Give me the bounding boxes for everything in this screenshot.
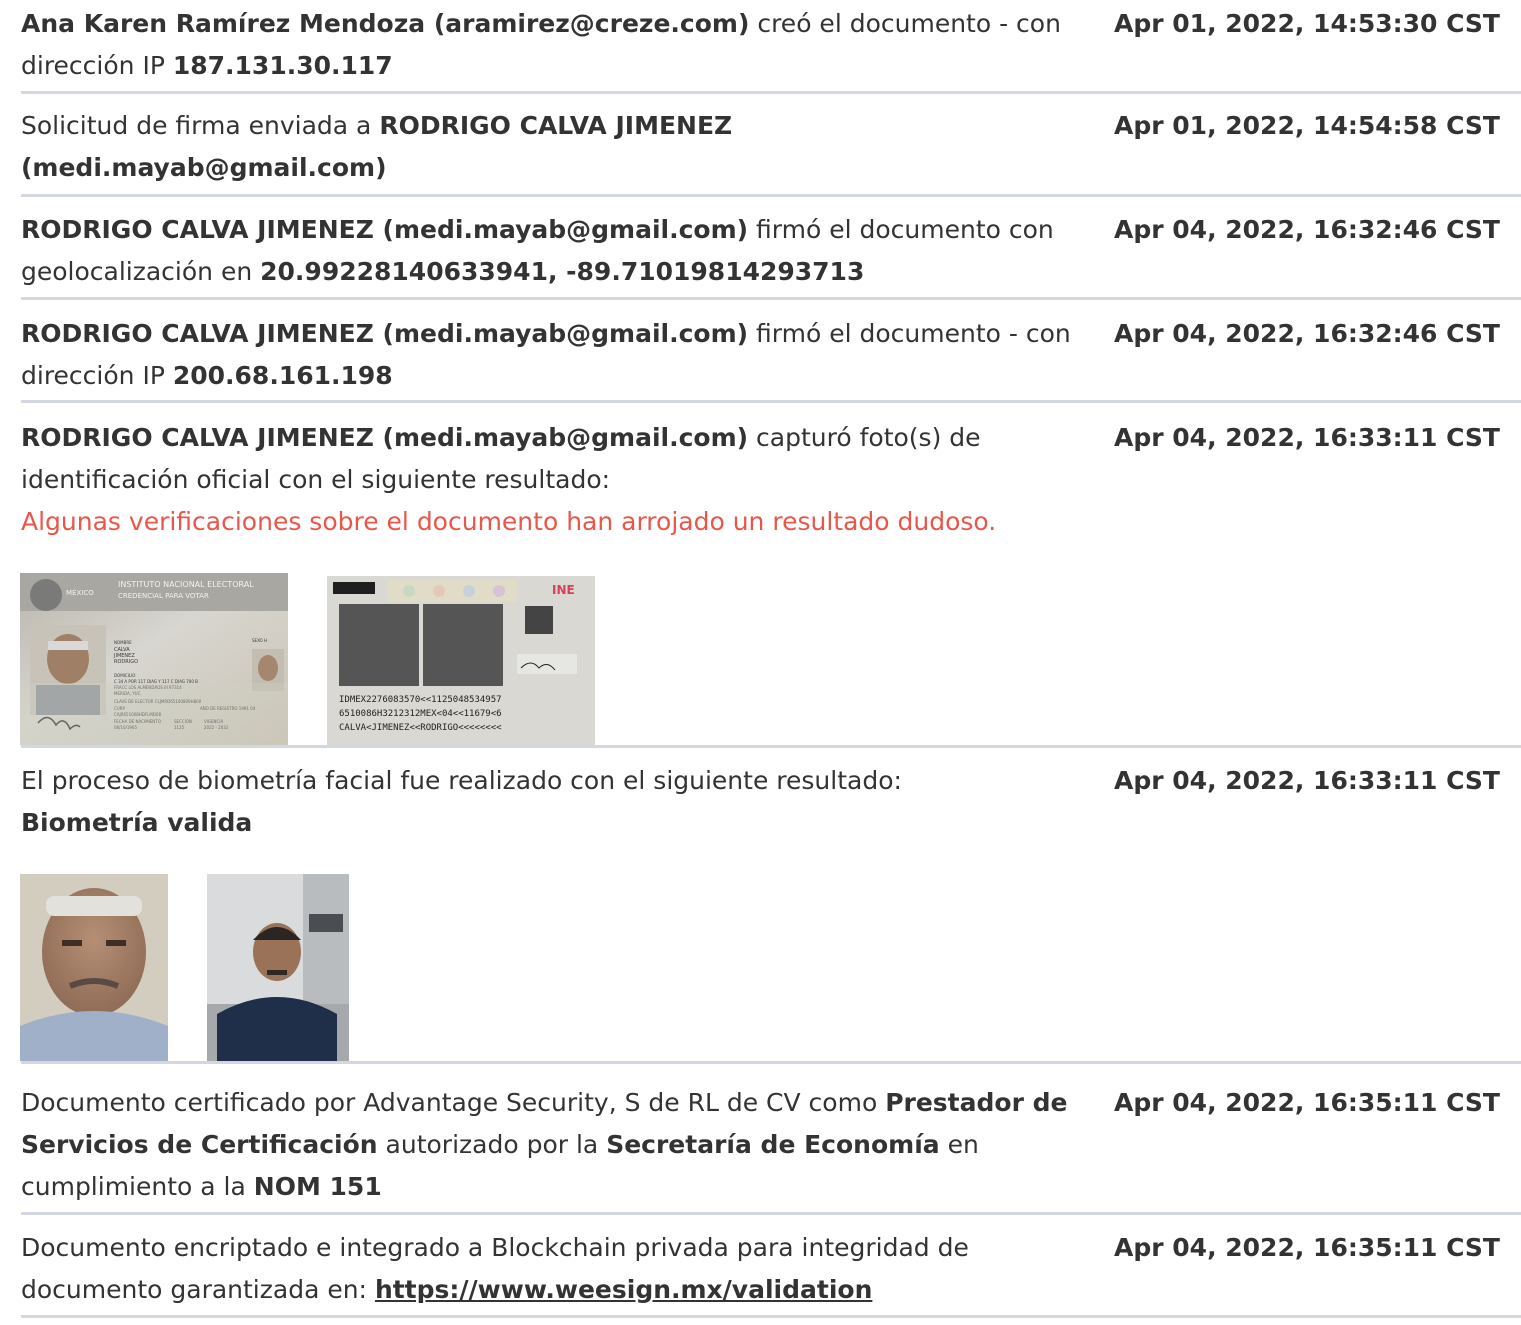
signer-name: RODRIGO CALVA JIMENEZ (medi.mayab@gmail.… — [21, 215, 749, 244]
id-mrz-line: CALVA<JIMENEZ<<RODRIGO<<<<<<<< — [339, 723, 502, 733]
id-brand: INE — [552, 583, 575, 597]
timestamp: Apr 04, 2022, 16:35:11 CST — [1114, 1233, 1500, 1262]
divider — [21, 297, 1521, 300]
authority: Secretaría de Economía — [606, 1130, 940, 1159]
timestamp: Apr 04, 2022, 16:33:11 CST — [1114, 423, 1500, 452]
action-text: autorizado por la — [377, 1130, 607, 1159]
id-mrz-line: 6510086H3212312MEX<04<<11679<6 — [339, 709, 502, 719]
timestamp: Apr 01, 2022, 14:54:58 CST — [1114, 111, 1500, 140]
divider — [21, 745, 1521, 748]
entry-description: El proceso de biometría facial fue reali… — [21, 760, 1081, 844]
id-back-photo: INE IDMEX2276083570<<1125048534957 65100… — [327, 576, 595, 745]
entry-description: RODRIGO CALVA JIMENEZ (medi.mayab@gmail.… — [21, 209, 1081, 293]
verification-warning: Algunas verificaciones sobre el document… — [21, 507, 997, 536]
id-face-photo — [20, 874, 168, 1061]
entry-description: Documento encriptado e integrado a Block… — [21, 1227, 1021, 1311]
id-name-line: RODRIGO — [114, 659, 138, 665]
id-name-label: NOMBRE — [114, 640, 132, 645]
geolocation: 20.99228140633941, -89.71019814293713 — [260, 257, 865, 286]
timestamp: Apr 04, 2022, 16:35:11 CST — [1114, 1088, 1500, 1117]
action-text: Documento certificado por Advantage Secu… — [21, 1088, 886, 1117]
biometric-result: Biometría valida — [21, 808, 253, 837]
selfie-photo — [207, 874, 349, 1061]
entry-description: RODRIGO CALVA JIMENEZ (medi.mayab@gmail.… — [21, 313, 1081, 397]
action-text: Solicitud de firma enviada a — [21, 111, 380, 140]
timestamp: Apr 04, 2022, 16:32:46 CST — [1114, 319, 1500, 348]
id-address-label: DOMICILIO — [114, 673, 135, 678]
ip-address: 200.68.161.198 — [172, 361, 393, 390]
signer-name: RODRIGO CALVA JIMENEZ (medi.mayab@gmail.… — [21, 319, 749, 348]
entry-description: Solicitud de firma enviada a RODRIGO CAL… — [21, 105, 801, 189]
divider — [21, 400, 1521, 403]
divider — [21, 1061, 1521, 1064]
id-country: MÉXICO — [66, 588, 94, 597]
timestamp: Apr 04, 2022, 16:32:46 CST — [1114, 215, 1500, 244]
timestamp: Apr 04, 2022, 16:33:11 CST — [1114, 766, 1500, 795]
id-mrz-line: IDMEX2276083570<<1125048534957 — [339, 695, 502, 705]
action-text: El proceso de biometría facial fue reali… — [21, 766, 902, 795]
actor-name: Ana Karen Ramírez Mendoza (aramirez@crez… — [21, 9, 750, 38]
divider — [21, 91, 1521, 94]
timestamp: Apr 01, 2022, 14:53:30 CST — [1114, 9, 1500, 38]
ip-address: 187.131.30.117 — [172, 51, 393, 80]
entry-description: Documento certificado por Advantage Secu… — [21, 1082, 1081, 1208]
validation-link[interactable]: https://www.weesign.mx/validation — [375, 1275, 872, 1304]
entry-description: RODRIGO CALVA JIMENEZ (medi.mayab@gmail.… — [21, 417, 1081, 543]
standard: NOM 151 — [253, 1172, 382, 1201]
divider — [21, 1212, 1521, 1215]
divider — [21, 1315, 1521, 1318]
id-front-photo: MÉXICO INSTITUTO NACIONAL ELECTORAL CRED… — [20, 573, 288, 745]
id-sex: SEXO H — [252, 638, 267, 643]
entry-description: Ana Karen Ramírez Mendoza (aramirez@crez… — [21, 3, 1081, 87]
id-institute: INSTITUTO NACIONAL ELECTORAL — [118, 580, 254, 589]
signer-name: RODRIGO CALVA JIMENEZ (medi.mayab@gmail.… — [21, 423, 749, 452]
id-card-type: CREDENCIAL PARA VOTAR — [118, 592, 209, 600]
divider — [21, 194, 1521, 197]
